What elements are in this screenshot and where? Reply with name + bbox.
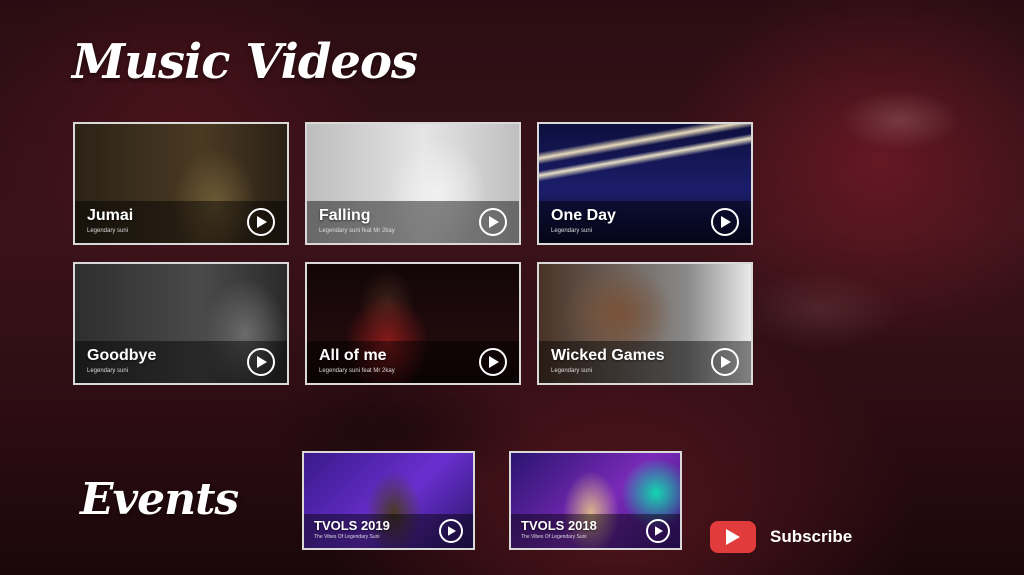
play-icon[interactable] [439, 519, 463, 543]
video-card-jumai[interactable]: Jumai Legendary suni [73, 122, 289, 245]
video-artist: Legendary suni [551, 228, 593, 234]
event-title: TVOLS 2018 [521, 518, 597, 533]
video-artist: Legendary suni feat Mr 2kay [319, 228, 395, 234]
event-card-tvols-2018[interactable]: TVOLS 2018 The Vibes Of Legendary Suni [509, 451, 682, 550]
subscribe-label: Subscribe [770, 527, 853, 546]
events-heading: Events [80, 474, 239, 525]
event-title: TVOLS 2019 [314, 518, 390, 533]
video-artist: Legendary suni feat Mr 2kay [319, 368, 395, 374]
play-icon[interactable] [646, 519, 670, 543]
video-card-goodbye[interactable]: Goodbye Legendary suni [73, 262, 289, 385]
video-title: One Day [551, 207, 616, 224]
subscribe-button[interactable]: Subscribe [710, 521, 852, 553]
play-icon[interactable] [479, 208, 507, 236]
youtube-icon [710, 521, 756, 553]
play-icon[interactable] [247, 348, 275, 376]
video-title: Wicked Games [551, 347, 665, 364]
play-icon[interactable] [711, 348, 739, 376]
music-videos-heading: Music Videos [72, 34, 418, 90]
video-card-wicked-games[interactable]: Wicked Games Legendary suni [537, 262, 753, 385]
video-artist: Legendary suni [551, 368, 593, 374]
video-card-all-of-me[interactable]: All of me Legendary suni feat Mr 2kay [305, 262, 521, 385]
play-icon[interactable] [247, 208, 275, 236]
play-icon[interactable] [479, 348, 507, 376]
event-card-tvols-2019[interactable]: TVOLS 2019 The Vibes Of Legendary Suni [302, 451, 475, 550]
play-icon[interactable] [711, 208, 739, 236]
video-title: Jumai [87, 207, 134, 224]
video-title: Goodbye [87, 347, 157, 364]
video-title: All of me [319, 347, 387, 364]
video-artist: Legendary suni [87, 228, 129, 234]
video-artist: Legendary suni [87, 368, 129, 374]
event-subtitle: The Vibes Of Legendary Suni [521, 534, 587, 540]
video-card-falling[interactable]: Falling Legendary suni feat Mr 2kay [305, 122, 521, 245]
video-card-one-day[interactable]: One Day Legendary suni [537, 122, 753, 245]
video-title: Falling [319, 207, 371, 224]
event-subtitle: The Vibes Of Legendary Suni [314, 534, 380, 540]
